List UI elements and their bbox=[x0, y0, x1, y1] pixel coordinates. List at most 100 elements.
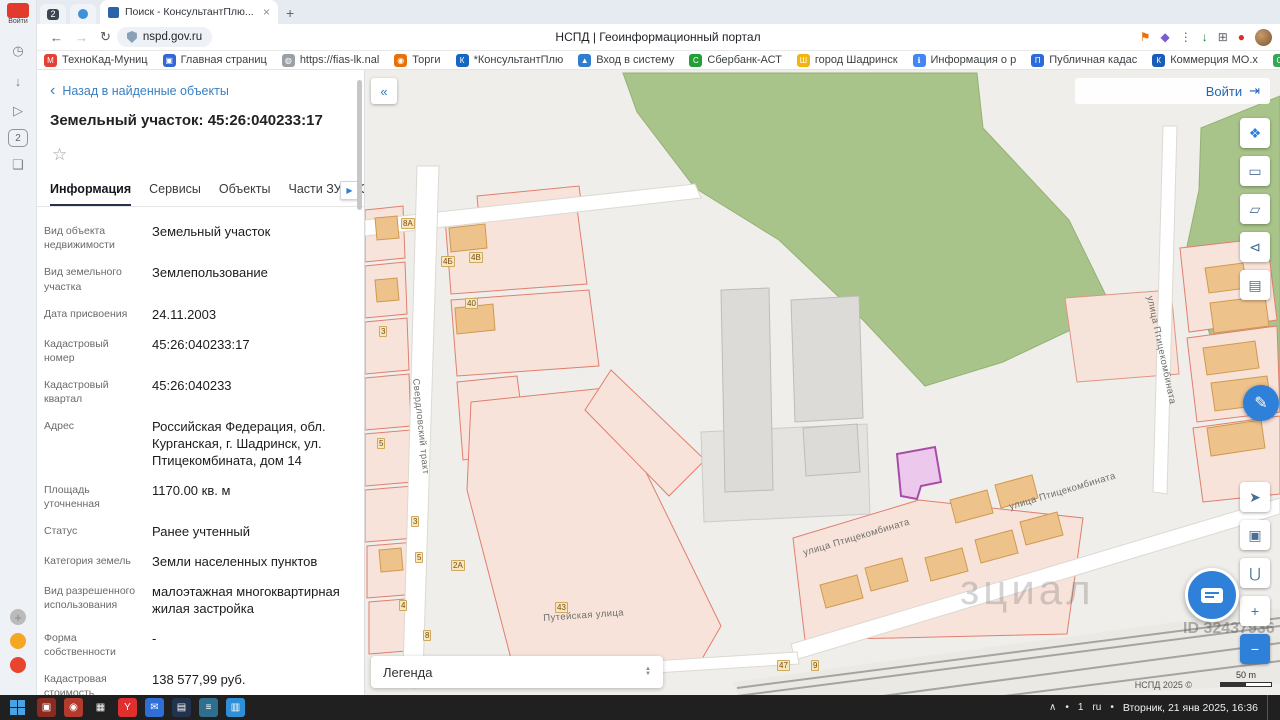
tray-count[interactable]: 1 bbox=[1078, 702, 1084, 713]
tray-lang[interactable]: ru bbox=[1092, 702, 1101, 713]
map-container: Свердловский трактПутейская улицаулица П… bbox=[365, 70, 1280, 695]
browser-login-chip[interactable]: Войти bbox=[0, 0, 36, 25]
media-icon[interactable]: ▷ bbox=[6, 99, 30, 123]
tab-strip: 2 Поиск - КонсультантПлю... × + bbox=[36, 0, 1280, 24]
taskbar-clock[interactable]: Вторник, 21 янв 2025, 16:36 bbox=[1123, 702, 1258, 714]
tab-pinned[interactable] bbox=[70, 4, 96, 24]
login-button[interactable]: Войти bbox=[1206, 84, 1242, 99]
identify-tool-button[interactable]: ▱ bbox=[1240, 194, 1270, 224]
panel-tab[interactable]: Сервисы bbox=[149, 173, 201, 206]
games-icon[interactable] bbox=[10, 657, 26, 673]
map-tools-bottom: ➤ ▣ ⋃ + − bbox=[1240, 482, 1270, 672]
bookmark-item[interactable]: К Коммерция МО.х bbox=[1152, 54, 1258, 67]
panel-collapse-button[interactable]: « bbox=[371, 78, 397, 104]
profile-avatar[interactable] bbox=[1255, 29, 1272, 46]
login-icon: ⇥ bbox=[1249, 83, 1260, 99]
legend-toggle[interactable]: Легенда ▲▼ bbox=[371, 656, 663, 688]
map-copyright: НСПД 2025 © bbox=[1135, 680, 1192, 690]
history-icon[interactable]: ◷ bbox=[6, 39, 30, 63]
bookmark-item[interactable]: С Стартовая стран bbox=[1273, 54, 1280, 67]
zoom-out-button[interactable]: − bbox=[1240, 634, 1270, 664]
extension-icon[interactable]: ◆ bbox=[1160, 30, 1169, 44]
reload-button[interactable]: ↻ bbox=[100, 29, 111, 45]
tab-counter-icon[interactable]: 2 bbox=[8, 129, 28, 147]
object-title: Земельный участок: 45:26:040233:17 bbox=[50, 112, 350, 129]
notification-dot-icon[interactable]: ● bbox=[1238, 30, 1245, 44]
show-desktop-button[interactable] bbox=[1267, 695, 1272, 720]
zoom-in-button[interactable]: + bbox=[1240, 596, 1270, 626]
alice-icon[interactable] bbox=[10, 633, 26, 649]
add-service-icon[interactable]: + bbox=[10, 609, 26, 625]
snap-tool-button[interactable]: ⋃ bbox=[1240, 558, 1270, 588]
field-label: Адрес bbox=[44, 419, 142, 470]
taskbar-app-mail[interactable]: ✉ bbox=[145, 698, 164, 717]
bookmark-item[interactable]: ℹ Информация о р bbox=[913, 54, 1017, 67]
collections-flag-icon[interactable]: ⚑ bbox=[1140, 30, 1151, 44]
taskbar-app-3[interactable]: ▦ bbox=[91, 698, 110, 717]
tray-chevron-icon[interactable]: ∧ bbox=[1049, 702, 1056, 713]
tab-group-counter[interactable]: 2 bbox=[40, 4, 66, 24]
bookmark-favicon: M bbox=[44, 54, 57, 67]
panel-tab[interactable]: Объекты bbox=[219, 173, 271, 206]
bookmark-item[interactable]: M ТехноКад-Муниц bbox=[44, 54, 148, 67]
extent-tool-button[interactable]: ▣ bbox=[1240, 520, 1270, 550]
tab-close-icon[interactable]: × bbox=[263, 5, 270, 19]
field-row: Кадастровый номер 45:26:040233:17 bbox=[36, 337, 364, 365]
field-label: Кадастровый номер bbox=[44, 337, 142, 365]
map-scalebar: 50 m bbox=[1220, 670, 1272, 687]
panel-tabs: ИнформацияСервисыОбъектыЧасти ЗУСоста ▶ bbox=[36, 173, 364, 207]
bookmark-item[interactable]: П Публичная кадас bbox=[1031, 54, 1137, 67]
back-to-results-link[interactable]: ‹ Назад в найденные объекты bbox=[36, 70, 364, 98]
taskbar-app-yandex[interactable]: Y bbox=[118, 698, 137, 717]
taskbar-app-7[interactable]: ≡ bbox=[199, 698, 218, 717]
bookmark-item[interactable]: К *КонсультантПлю bbox=[456, 54, 564, 67]
forward-button[interactable]: → bbox=[75, 30, 88, 45]
chat-button[interactable] bbox=[1185, 568, 1239, 622]
bookmark-item[interactable]: ▲ Вход в систему bbox=[578, 54, 674, 67]
tray-icon[interactable]: • bbox=[1065, 702, 1069, 713]
tray-icon[interactable]: • bbox=[1110, 702, 1114, 713]
cadastral-map[interactable] bbox=[365, 70, 1280, 695]
scale-label: 50 m bbox=[1236, 670, 1256, 680]
favorite-star-icon[interactable]: ☆ bbox=[52, 145, 364, 165]
download-arrow-icon[interactable]: ↓ bbox=[1202, 30, 1208, 44]
taskbar-app-2[interactable]: ◉ bbox=[64, 698, 83, 717]
print-tool-button[interactable]: ▤ bbox=[1240, 270, 1270, 300]
url-field[interactable]: nspd.gov.ru bbox=[117, 27, 212, 47]
panel-scrollbar[interactable] bbox=[357, 80, 362, 210]
new-tab-button[interactable]: + bbox=[286, 5, 294, 24]
bookmark-item[interactable]: ◍ https://fias-lk.nal bbox=[282, 54, 379, 67]
field-value: 1170.00 кв. м bbox=[152, 483, 230, 511]
side-panel-bottom-icons: + bbox=[0, 601, 36, 681]
active-tab[interactable]: Поиск - КонсультантПлю... × bbox=[100, 0, 278, 24]
share-tool-button[interactable]: ⊲ bbox=[1240, 232, 1270, 262]
layers-tool-button[interactable]: ❖ bbox=[1240, 118, 1270, 148]
apps-grid-icon[interactable]: ⊞ bbox=[1218, 30, 1228, 44]
field-value: Ранее учтенный bbox=[152, 524, 250, 541]
watermark-text: зциал bbox=[960, 566, 1095, 614]
taskbar-app-8[interactable]: ▥ bbox=[226, 698, 245, 717]
taskbar-app-1[interactable]: ▣ bbox=[37, 698, 56, 717]
back-button[interactable]: ← bbox=[50, 30, 63, 45]
field-label: Дата присвоения bbox=[44, 307, 142, 324]
bookmark-item[interactable]: ◉ Торги bbox=[394, 54, 440, 67]
downloads-icon[interactable]: ↓ bbox=[6, 69, 30, 93]
bookmark-item[interactable]: С Сбербанк-АСТ bbox=[689, 54, 781, 67]
panel-tab[interactable]: Информация bbox=[50, 173, 131, 206]
locate-tool-button[interactable]: ➤ bbox=[1240, 482, 1270, 512]
windows-start-button[interactable] bbox=[10, 700, 25, 715]
field-row: Категория земель Земли населенных пункто… bbox=[36, 554, 364, 571]
draw-tool-button[interactable]: ✎ bbox=[1243, 385, 1279, 421]
field-row: Вид земельного участка Землепользование bbox=[36, 265, 364, 293]
bookmark-item[interactable]: Ш город Шадринск bbox=[797, 54, 898, 67]
ruler-tool-button[interactable]: ▭ bbox=[1240, 156, 1270, 186]
field-value: Земельный участок bbox=[152, 224, 270, 252]
login-bar: Войти ⇥ bbox=[1075, 78, 1270, 104]
field-row: Статус Ранее учтенный bbox=[36, 524, 364, 541]
taskbar-app-6[interactable]: ▤ bbox=[172, 698, 191, 717]
chats-icon[interactable]: ❑ bbox=[6, 153, 30, 177]
panel-tab[interactable]: Части ЗУ bbox=[288, 173, 341, 206]
menu-dots-icon[interactable]: ⋮ bbox=[1180, 30, 1192, 44]
bookmark-item[interactable]: ▣ Главная страниц bbox=[163, 54, 267, 67]
tab-title: Поиск - КонсультантПлю... bbox=[125, 6, 257, 18]
